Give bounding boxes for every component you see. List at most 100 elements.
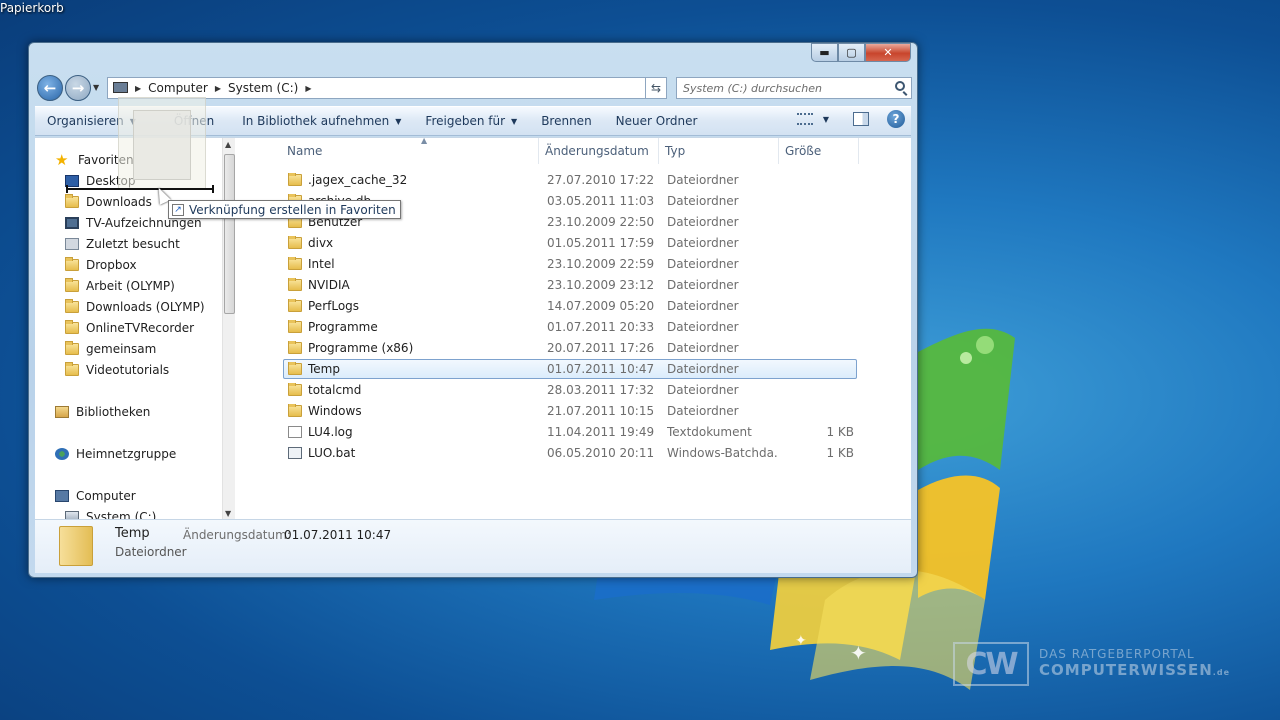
nav-libraries-label: Bibliotheken: [76, 405, 151, 419]
library-icon: [55, 406, 69, 418]
batch-file-icon: [288, 447, 302, 459]
table-row[interactable]: Windows 21.07.2011 10:15 Dateiordner: [283, 401, 857, 421]
breadcrumb-separator-icon[interactable]: ▶: [212, 84, 224, 93]
scroll-down-icon[interactable]: ▼: [225, 509, 231, 518]
file-name: Windows: [308, 404, 362, 418]
table-row[interactable]: divx 01.05.2011 17:59 Dateiordner: [283, 233, 857, 253]
nav-item-arbeit-olymp[interactable]: Arbeit (OLYMP): [65, 276, 175, 296]
nav-item-gemeinsam[interactable]: gemeinsam: [65, 339, 156, 359]
include-library-label: In Bibliothek aufnehmen: [242, 114, 390, 128]
breadcrumb-computer[interactable]: Computer: [144, 81, 212, 95]
refresh-button[interactable]: ⇆: [645, 77, 667, 99]
preview-pane-icon[interactable]: [853, 112, 869, 126]
folder-icon: [65, 320, 79, 334]
file-date: 06.05.2010 20:11: [547, 446, 655, 460]
forward-button[interactable]: →: [65, 75, 91, 101]
file-type: Dateiordner: [667, 362, 739, 376]
column-header-date[interactable]: Änderungsdatum: [539, 138, 659, 164]
details-date-label: Änderungsdatum:: [183, 528, 291, 542]
search-icon[interactable]: [895, 81, 905, 91]
file-type: Dateiordner: [667, 215, 739, 229]
nav-item-downloads[interactable]: Downloads: [65, 192, 152, 212]
scrollbar-thumb[interactable]: [224, 154, 235, 314]
address-bar[interactable]: ▶ Computer ▶ System (C:) ▶ ▼: [107, 77, 667, 99]
drag-tooltip: ↗ Verknüpfung erstellen in Favoriten: [168, 200, 401, 219]
nav-item-label: Downloads: [86, 195, 152, 209]
recent-pages-dropdown[interactable]: ▼: [93, 83, 99, 92]
table-row[interactable]: .jagex_cache_32 27.07.2010 17:22 Dateiordn…: [283, 170, 857, 190]
caption-buttons: ▬ ▢ ✕: [811, 43, 911, 62]
file-date: 20.07.2011 17:26: [547, 341, 655, 355]
file-size: 1 KB: [826, 425, 854, 439]
close-button[interactable]: ✕: [865, 43, 911, 62]
file-type: Dateiordner: [667, 194, 739, 208]
watermark-line2: COMPUTERWISSEN: [1039, 661, 1213, 680]
file-date: 03.05.2011 11:03: [547, 194, 655, 208]
table-row[interactable]: Programme 01.07.2011 20:33 Dateiordner: [283, 317, 857, 337]
nav-item-downloads-olymp[interactable]: Downloads (OLYMP): [65, 297, 205, 317]
nav-scrollbar[interactable]: ▲ ▼: [222, 138, 235, 520]
table-row[interactable]: LU4.log 11.04.2011 19:49 Textdokument 1 KB: [283, 422, 857, 442]
new-folder-button[interactable]: Neuer Ordner: [604, 109, 710, 133]
column-header-name[interactable]: Name ▲: [281, 136, 539, 164]
nav-item-videotutorials[interactable]: Videotutorials: [65, 360, 169, 380]
file-name: NVIDIA: [308, 278, 350, 292]
minimize-button[interactable]: ▬: [811, 43, 838, 62]
burn-button[interactable]: Brennen: [529, 109, 603, 133]
nav-libraries[interactable]: Bibliotheken: [55, 402, 150, 422]
help-icon[interactable]: ?: [887, 110, 905, 128]
nav-computer-label: Computer: [76, 489, 136, 503]
watermark-suffix: .de: [1212, 668, 1230, 678]
file-date: 21.07.2011 10:15: [547, 404, 655, 418]
folder-icon: [288, 236, 302, 249]
nav-item-label: OnlineTVRecorder: [86, 321, 195, 335]
folder-large-icon: [59, 526, 93, 566]
include-in-library-button[interactable]: In Bibliothek aufnehmen ▼: [230, 109, 413, 133]
folder-icon: [288, 341, 302, 354]
nav-item-label: gemeinsam: [86, 342, 157, 356]
file-name-cell: LU4.log: [288, 425, 538, 439]
file-name-cell: Temp: [288, 362, 538, 376]
folder-icon: [65, 341, 79, 355]
nav-homegroup[interactable]: Heimnetzgruppe: [55, 444, 176, 464]
folder-icon: [65, 278, 79, 292]
search-box[interactable]: [676, 77, 912, 99]
details-type: Dateiordner: [115, 545, 187, 559]
watermark-line1: DAS RATGEBERPORTAL: [1039, 647, 1195, 662]
view-options-dropdown-icon[interactable]: ▼: [823, 115, 829, 124]
change-view-icon[interactable]: [796, 113, 813, 125]
table-row[interactable]: PerfLogs 14.07.2009 05:20 Dateiordner: [283, 296, 857, 316]
file-type: Textdokument: [667, 425, 752, 439]
maximize-button[interactable]: ▢: [838, 43, 865, 62]
table-row[interactable]: Temp 01.07.2011 10:47 Dateiordner: [283, 359, 857, 379]
search-input[interactable]: [683, 81, 883, 95]
nav-computer[interactable]: Computer: [55, 486, 136, 506]
breadcrumb-system-c[interactable]: System (C:): [224, 81, 302, 95]
breadcrumb-separator-icon[interactable]: ▶: [302, 84, 314, 93]
star-icon: ★: [55, 151, 69, 169]
table-row[interactable]: totalcmd 28.03.2011 17:32 Dateiordner: [283, 380, 857, 400]
table-row[interactable]: NVIDIA 23.10.2009 23:12 Dateiordner: [283, 275, 857, 295]
nav-item-onlinetvrecorder[interactable]: OnlineTVRecorder: [65, 318, 194, 338]
share-with-button[interactable]: Freigeben für ▼: [413, 109, 529, 133]
table-row[interactable]: Intel 23.10.2009 22:59 Dateiordner: [283, 254, 857, 274]
column-name-label: Name: [287, 144, 323, 158]
table-row[interactable]: Programme (x86) 20.07.2011 17:26 Dateiordn…: [283, 338, 857, 358]
chevron-down-icon: ▼: [395, 116, 402, 126]
watermark-logo: CW: [953, 642, 1030, 686]
recent-places-icon: [65, 238, 79, 250]
folder-icon: [288, 299, 302, 312]
nav-item-recent-places[interactable]: Zuletzt besucht: [65, 234, 180, 254]
file-name: PerfLogs: [308, 299, 360, 313]
column-header-type[interactable]: Typ: [659, 138, 779, 164]
file-name: Programme (x86): [308, 341, 414, 355]
file-name-cell: LUO.bat: [288, 446, 538, 460]
nav-item-dropbox[interactable]: Dropbox: [65, 255, 137, 275]
back-button[interactable]: ←: [37, 75, 63, 101]
scroll-up-icon[interactable]: ▲: [225, 140, 231, 149]
column-header-size[interactable]: Größe: [779, 138, 859, 164]
breadcrumb-separator-icon[interactable]: ▶: [132, 84, 144, 93]
computer-icon: [55, 490, 69, 502]
file-size: 1 KB: [826, 446, 854, 460]
table-row[interactable]: LUO.bat 06.05.2010 20:11 Windows-Batchda..…: [283, 443, 857, 463]
